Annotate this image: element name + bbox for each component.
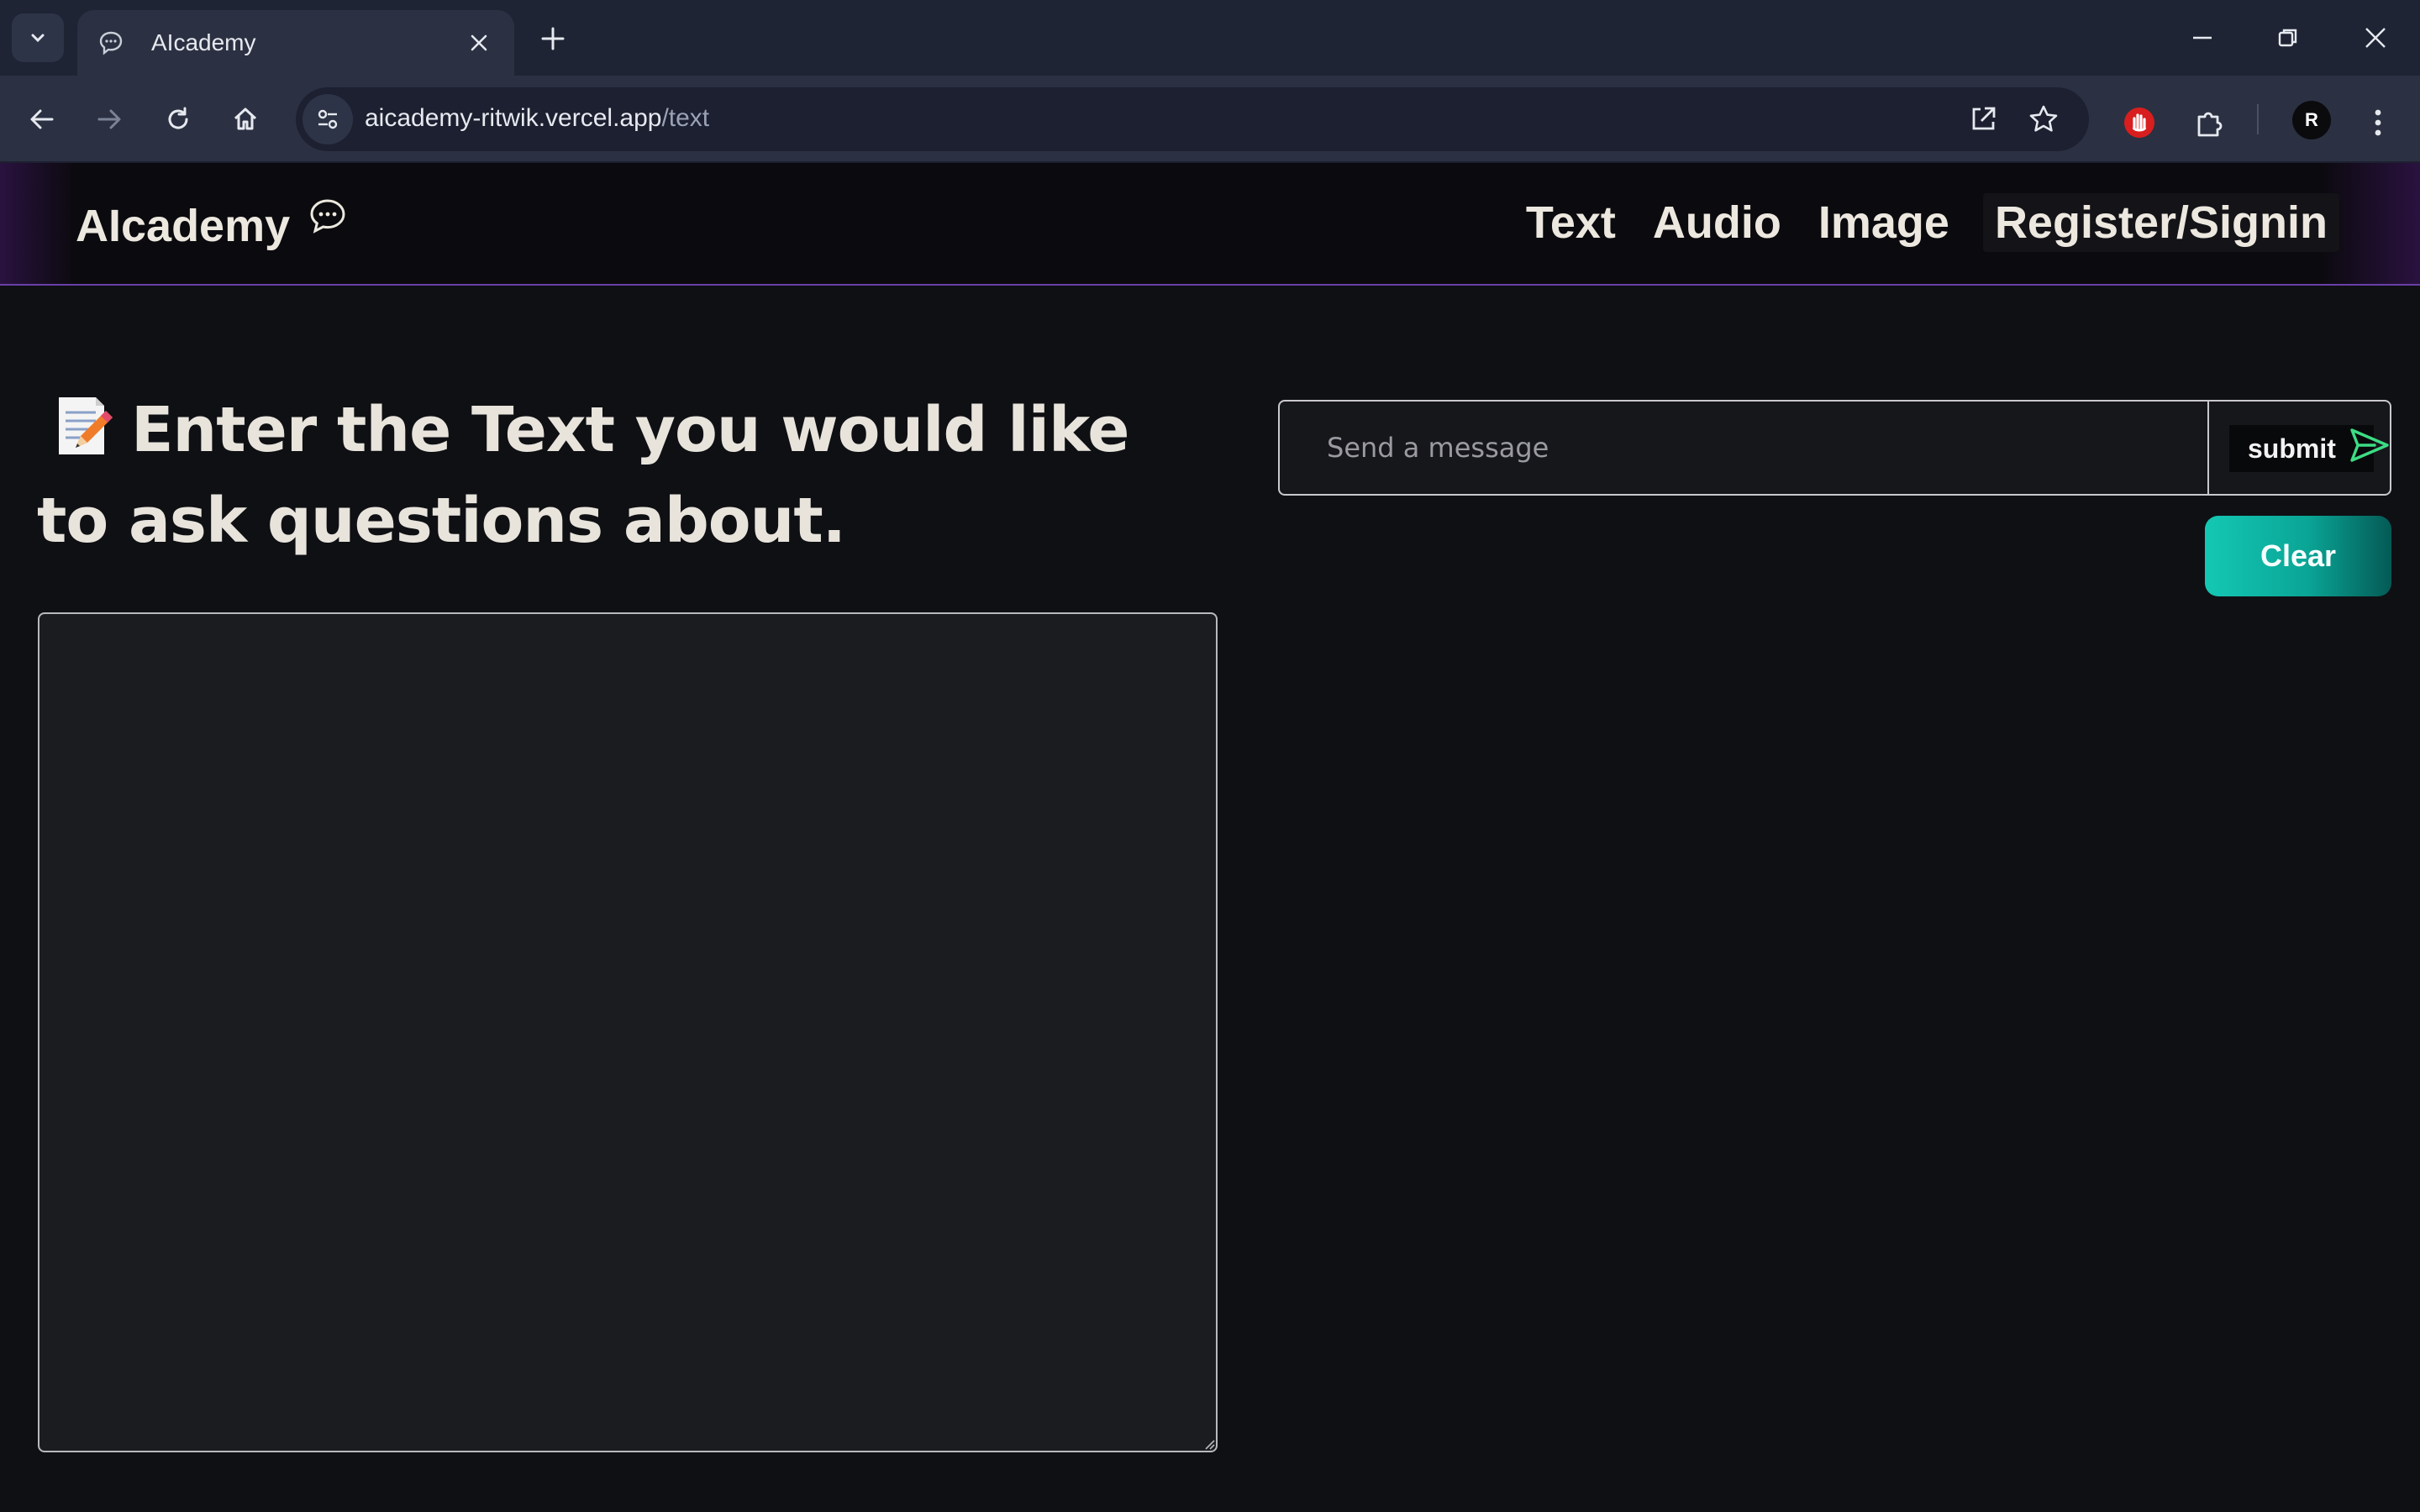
clear-button[interactable]: Clear [2205, 516, 2391, 596]
profile-avatar[interactable]: R [2292, 101, 2331, 139]
url-text[interactable]: aicademy-ritwik.vercel.app/text [365, 104, 709, 133]
open-in-app-button[interactable] [1963, 99, 2003, 139]
toolbar-divider [2257, 104, 2259, 134]
restore-icon [2278, 29, 2297, 47]
back-button[interactable] [18, 96, 66, 143]
nav-link-image[interactable]: Image [1815, 197, 1953, 252]
nav-link-text[interactable]: Text [1523, 197, 1619, 252]
minimize-icon [2193, 36, 2212, 39]
page: AIcademy Text Audio Image Register/Signi… [0, 163, 2420, 1512]
url-path: /text [661, 104, 710, 132]
browser-tab-active[interactable]: AIcademy [77, 10, 514, 76]
home-icon [234, 108, 257, 130]
address-bar[interactable]: aicademy-ritwik.vercel.app/text [296, 87, 2089, 151]
heading-text: Enter the Text you would like to ask que… [37, 394, 1129, 557]
star-icon [2029, 105, 2058, 132]
message-divider [2207, 402, 2209, 494]
site-nav-links: Text Audio Image Register/Signin [1492, 193, 2339, 252]
tab-title: AIcademy [151, 29, 256, 55]
more-vert-icon [2375, 109, 2381, 136]
extensions-button[interactable] [2186, 99, 2233, 146]
submit-button[interactable]: submit [2229, 425, 2389, 472]
submit-label: submit [2248, 433, 2336, 464]
message-input[interactable]: Send a message [1280, 402, 2207, 494]
resize-handle-icon[interactable] [1202, 1437, 1216, 1451]
bookmark-button[interactable] [2023, 99, 2064, 139]
chevron-down-icon [31, 34, 45, 43]
hand-stop-icon [2124, 108, 2154, 138]
reload-icon [168, 107, 188, 129]
nav-link-audio[interactable]: Audio [1649, 197, 1785, 252]
minimize-button[interactable] [2173, 13, 2232, 62]
message-form: Send a message submit [1278, 400, 2391, 496]
new-tab-button[interactable] [534, 20, 571, 57]
page-heading: Enter the Text you would like to ask que… [37, 385, 1213, 566]
close-window-button[interactable] [2346, 13, 2405, 62]
home-button[interactable] [222, 96, 269, 143]
browser-tabbar: AIcademy [0, 0, 2420, 76]
puzzle-icon [2197, 112, 2223, 137]
restore-button[interactable] [2259, 13, 2317, 62]
tab-close-icon[interactable] [462, 26, 496, 60]
tune-icon [318, 109, 338, 129]
arrow-right-icon [97, 109, 121, 129]
tab-search-button[interactable] [12, 13, 64, 62]
memo-icon [50, 392, 118, 459]
browser-menu-button[interactable] [2354, 99, 2402, 146]
url-host: aicademy-ritwik.vercel.app [365, 104, 662, 132]
close-icon [2365, 28, 2386, 48]
external-link-icon [1972, 107, 1996, 130]
forward-button[interactable] [86, 96, 133, 143]
send-icon [2349, 427, 2390, 470]
chat-bubble-icon [308, 195, 347, 247]
browser-toolbar: aicademy-ritwik.vercel.app/text [0, 76, 2420, 163]
site-navbar: AIcademy Text Audio Image Register/Signi… [0, 163, 2420, 286]
brand-name: AIcademy [76, 201, 291, 251]
chat-bubble-icon [96, 28, 126, 58]
source-text-textarea[interactable] [38, 612, 1218, 1452]
extension-blocker-button[interactable] [2116, 99, 2163, 146]
plus-icon [541, 27, 565, 50]
arrow-left-icon [30, 109, 54, 129]
site-info-button[interactable] [302, 94, 353, 144]
reload-button[interactable] [155, 96, 202, 143]
brand[interactable]: AIcademy [76, 199, 347, 252]
nav-link-register-signin[interactable]: Register/Signin [1982, 193, 2339, 252]
